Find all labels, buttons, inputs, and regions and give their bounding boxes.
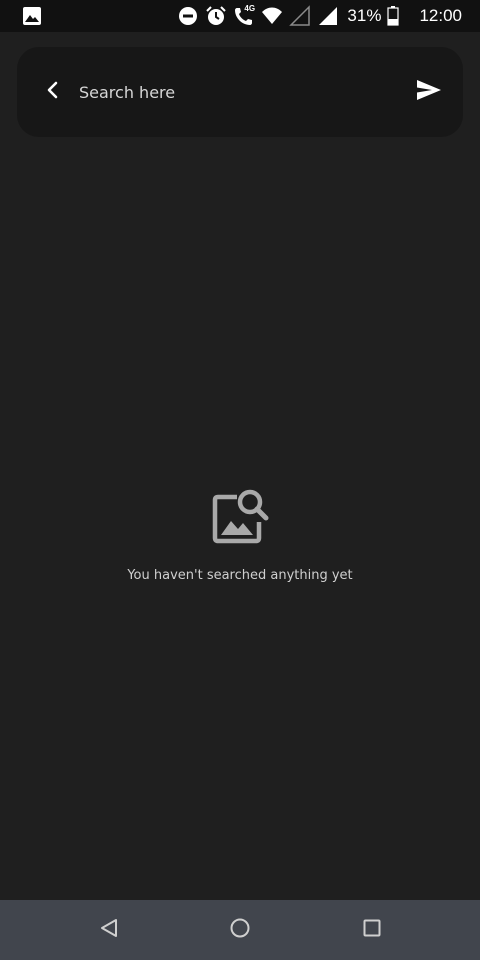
nav-back-icon [98,917,120,943]
battery-icon [387,5,400,27]
nav-recents-button[interactable] [357,915,387,945]
signal-full-icon [317,5,339,27]
wifi-icon [261,5,283,27]
send-icon [416,79,442,105]
image-search-icon [210,485,270,545]
image-notification-icon [22,6,42,26]
nav-recents-icon [361,917,383,943]
chevron-left-icon [45,81,61,103]
empty-state-message: You haven't searched anything yet [127,568,353,583]
empty-state: You haven't searched anything yet [0,485,480,583]
nav-home-icon [229,917,251,943]
status-icons: 4G 31% 12:00 [177,0,462,32]
screen: 4G 31% 12:00 Search here You haven't sea… [0,0,480,960]
call-4g-icon: 4G [233,4,256,27]
do-not-disturb-icon [177,5,199,27]
send-button[interactable] [409,72,449,112]
signal-empty-icon [289,5,311,27]
search-bar [17,47,463,137]
nav-back-button[interactable] [94,915,124,945]
navigation-bar [0,900,480,960]
alarm-icon [205,5,227,27]
clock: 12:00 [419,6,462,25]
search-input[interactable] [79,75,379,109]
nav-home-button[interactable] [225,915,255,945]
network-type-label: 4G [244,4,256,13]
status-bar: 4G 31% 12:00 [0,0,480,32]
back-button[interactable] [33,72,73,112]
battery-percent: 31% [347,6,382,25]
